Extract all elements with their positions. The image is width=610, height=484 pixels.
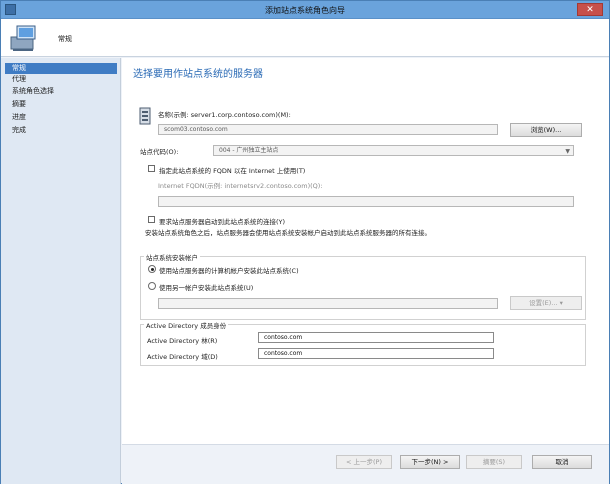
- ad-domain-field[interactable]: contoso.com: [258, 348, 494, 359]
- internet-fqdn-field[interactable]: [158, 196, 574, 207]
- settings-button-label: 设置(E)...: [529, 299, 558, 307]
- chevron-down-icon: ▼: [565, 148, 570, 155]
- other-account-radio-label: 使用另一帐户安装此站点系统(U): [159, 284, 254, 292]
- server-name-label: 名称(示例: server1.corp.contoso.com)(M):: [158, 111, 291, 119]
- other-account-field[interactable]: [158, 298, 498, 309]
- internet-fqdn-label: Internet FQDN(示例: internetsrv2.contoso.c…: [158, 182, 323, 190]
- computer-icon: [10, 25, 36, 51]
- site-code-value: 004 - 广州独立主站点: [219, 147, 279, 154]
- wizard-nav: 常规 代理 系统角色选择 摘要 进度 完成: [1, 58, 121, 484]
- header-title: 常规: [58, 35, 72, 43]
- fqdn-checkbox[interactable]: [148, 165, 155, 172]
- computer-account-radio-label: 使用站点服务器的计算机帐户安装此站点系统(C): [159, 267, 299, 275]
- wizard-window: 添加站点系统角色向导 ✕ 常规 常规 代理 系统角色选择 摘要 进度 完成 选择…: [0, 0, 610, 484]
- info-text: 安装站点系统角色之后，站点服务器会使用站点系统安装帐户启动到此站点系统服务器的所…: [145, 229, 431, 237]
- ad-membership-group-title: Active Directory 成员身份: [144, 320, 229, 330]
- page-title: 选择要用作站点系统的服务器: [133, 69, 263, 80]
- summary-button[interactable]: 摘要(S): [466, 455, 522, 469]
- nav-item-role-selection[interactable]: 系统角色选择: [5, 86, 117, 97]
- ad-forest-label: Active Directory 林(R): [147, 337, 218, 345]
- nav-item-summary[interactable]: 摘要: [5, 99, 117, 110]
- nav-item-proxy[interactable]: 代理: [5, 74, 117, 85]
- site-code-dropdown[interactable]: 004 - 广州独立主站点 ▼: [213, 145, 574, 156]
- server-icon: [139, 107, 151, 125]
- require-init-checkbox-label: 要求站点服务器启动到此站点系统的连接(Y): [159, 218, 286, 226]
- cancel-button[interactable]: 取消: [532, 455, 592, 469]
- nav-item-general[interactable]: 常规: [5, 63, 117, 74]
- ad-domain-label: Active Directory 域(D): [147, 353, 218, 361]
- nav-item-completion[interactable]: 完成: [5, 125, 117, 136]
- server-name-field[interactable]: scom03.contoso.com: [158, 124, 498, 135]
- main-panel: 选择要用作站点系统的服务器 名称(示例: server1.corp.contos…: [122, 58, 609, 444]
- close-button[interactable]: ✕: [577, 3, 603, 16]
- other-account-radio[interactable]: [148, 282, 156, 290]
- settings-button[interactable]: 设置(E)... ▾: [510, 296, 582, 310]
- install-account-group-title: 站点系统安装帐户: [144, 252, 200, 262]
- wizard-footer: < 上一步(P) 下一步(N) > 摘要(S) 取消: [122, 444, 609, 484]
- nav-item-progress[interactable]: 进度: [5, 112, 117, 123]
- fqdn-checkbox-label: 指定此站点系统的 FQDN 以在 Internet 上使用(T): [159, 167, 306, 175]
- previous-button[interactable]: < 上一步(P): [336, 455, 392, 469]
- title-bar[interactable]: 添加站点系统角色向导 ✕: [1, 1, 609, 19]
- require-init-checkbox[interactable]: [148, 216, 155, 223]
- ad-forest-field[interactable]: contoso.com: [258, 332, 494, 343]
- computer-account-radio[interactable]: [148, 265, 156, 273]
- browse-button[interactable]: 浏览(W)...: [510, 123, 582, 137]
- next-button[interactable]: 下一步(N) >: [400, 455, 460, 469]
- site-code-label: 站点代码(O):: [140, 148, 179, 156]
- wizard-header: 常规: [1, 19, 609, 57]
- window-title: 添加站点系统角色向导: [265, 6, 345, 15]
